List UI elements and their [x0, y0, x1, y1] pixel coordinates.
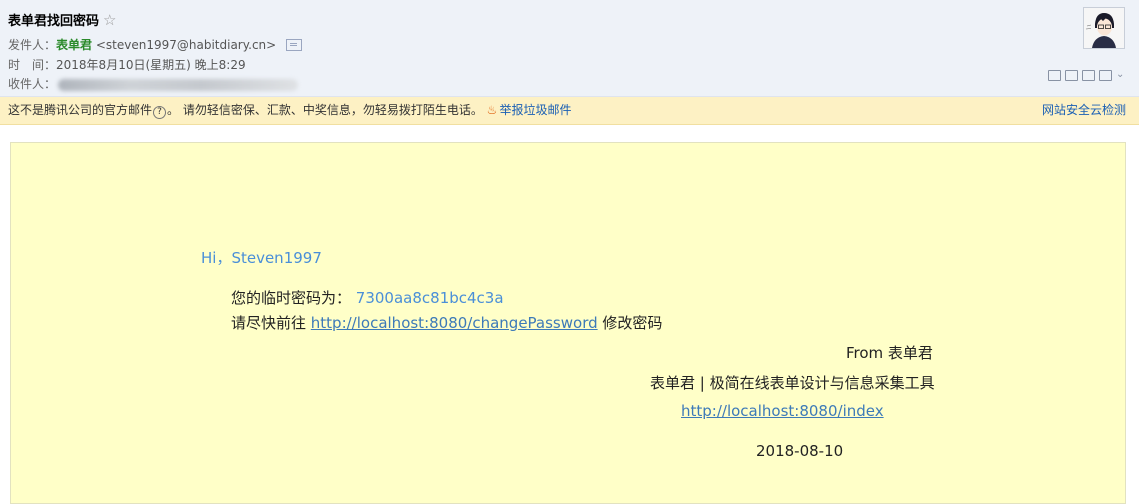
greeting: Hi，Steven1997 [201, 249, 322, 267]
recipient-redacted [58, 78, 299, 91]
change-password-line: 请尽快前往 http://localhost:8080/changePasswo… [231, 312, 662, 333]
warning-text-1: 这不是腾讯公司的官方邮件 [8, 103, 153, 117]
temp-password-value: 7300aa8c81bc4c3a [355, 289, 504, 307]
sender-name[interactable]: 表单君 [56, 38, 92, 52]
email-header: 表单君找回密码 ☆ 发件人：表单君 <steven1997@habitdiary.… [0, 0, 1139, 97]
toolbar-icons: ⌄ [1048, 70, 1126, 81]
to-row: 收件人： [8, 75, 299, 92]
new-window-icon[interactable] [1048, 70, 1061, 81]
signature-tagline: 表单君 | 极简在线表单设计与信息采集工具 [650, 374, 935, 392]
to-label: 收件人： [8, 77, 57, 91]
goto-suffix: 修改密码 [597, 314, 663, 332]
security-check-link[interactable]: 网站安全云检测 [1042, 97, 1126, 124]
avatar[interactable] [1083, 7, 1125, 49]
index-link[interactable]: http://localhost:8080/index [681, 402, 884, 420]
time-value: 2018年8月10日(星期五) 晚上8:29 [56, 58, 246, 72]
contact-card-icon[interactable] [286, 38, 303, 51]
email-body: Hi，Steven1997 您的临时密码为： 7300aa8c81bc4c3a … [10, 142, 1126, 504]
print-icon[interactable] [1099, 70, 1112, 81]
warning-message: 这不是腾讯公司的官方邮件?。 请勿轻信密保、汇款、中奖信息，勿轻易拨打陌生电话。… [8, 97, 571, 124]
goto-prefix: 请尽快前往 [231, 314, 311, 332]
sender-email[interactable]: <steven1997@habitdiary.cn> [96, 38, 276, 52]
question-mark-icon[interactable]: ? [153, 106, 167, 119]
chevron-down-icon[interactable]: ⌄ [1116, 70, 1126, 80]
signature-date: 2018-08-10 [756, 442, 844, 460]
security-warning-bar: 这不是腾讯公司的官方邮件?。 请勿轻信密保、汇款、中奖信息，勿轻易拨打陌生电话。… [0, 97, 1139, 125]
from-label: 发件人： [8, 38, 57, 52]
report-spam-link[interactable]: 举报垃圾邮件 [499, 103, 571, 117]
subject-text: 表单君找回密码 [8, 14, 100, 29]
star-icon[interactable]: ☆ [103, 11, 116, 29]
save-icon[interactable] [1082, 70, 1095, 81]
email-subject: 表单君找回密码 ☆ [8, 10, 116, 29]
temp-password-label: 您的临时密码为： [231, 289, 352, 307]
from-row: 发件人：表单君 <steven1997@habitdiary.cn> [8, 36, 303, 53]
time-label: 时 间： [8, 58, 57, 72]
signature-from: From 表单君 [846, 344, 933, 362]
temp-password-line: 您的临时密码为： 7300aa8c81bc4c3a [231, 287, 504, 308]
print-preview-icon[interactable] [1065, 70, 1078, 81]
change-password-link[interactable]: http://localhost:8080/changePassword [311, 314, 598, 332]
flame-icon: ♨ [486, 103, 498, 117]
time-row: 时 间：2018年8月10日(星期五) 晚上8:29 [8, 56, 246, 73]
warning-text-2: 。 请勿轻信密保、汇款、中奖信息，勿轻易拨打陌生电话。 [167, 103, 483, 117]
